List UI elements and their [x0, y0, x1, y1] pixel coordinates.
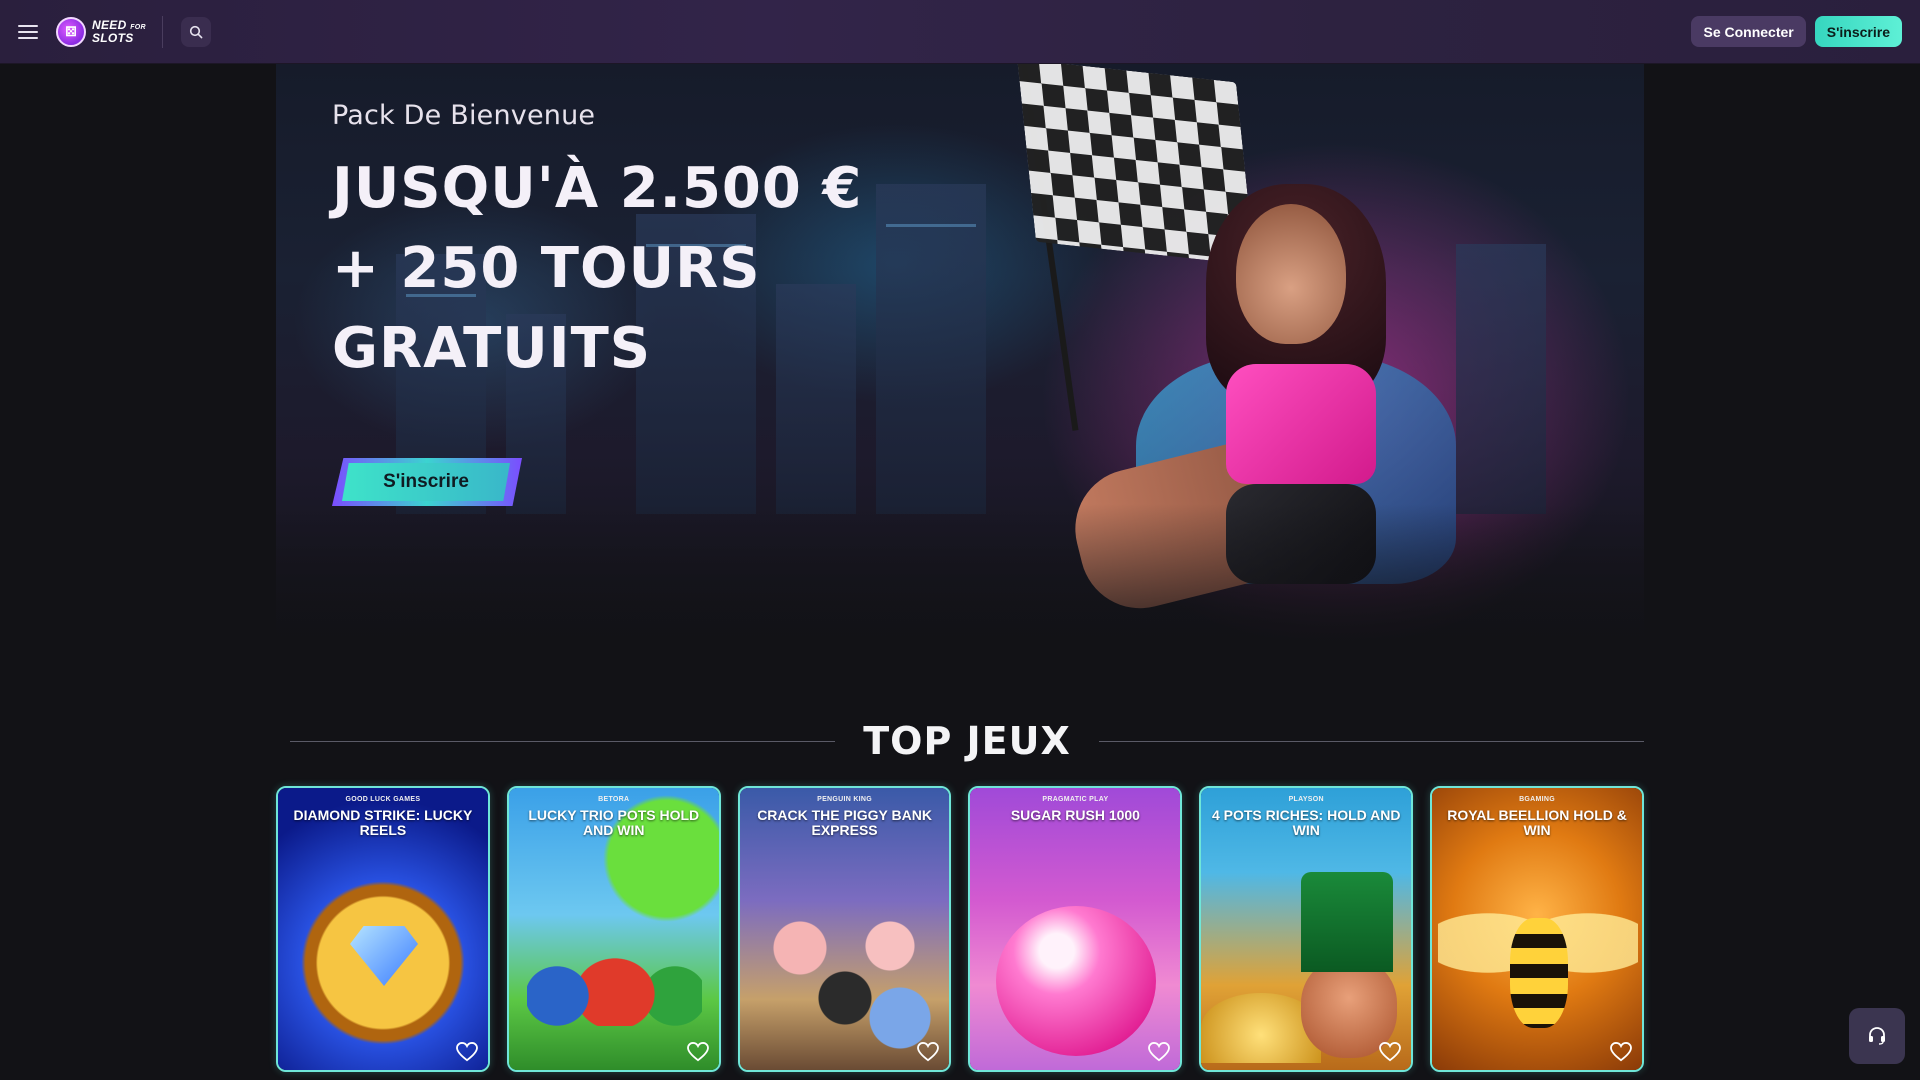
search-icon: [189, 25, 203, 38]
section-divider: [290, 740, 836, 742]
headset-icon: [1869, 1027, 1885, 1045]
heart-icon[interactable]: [1148, 1042, 1171, 1062]
top-header: ⚄ NEED FOR SLOTS Se Connecter S'inscrire: [0, 0, 1920, 64]
section-divider: [1098, 740, 1644, 742]
banner-title: JUSQU'À 2.500 € + 250 TOURS GRATUITS: [332, 156, 863, 381]
welcome-banner[interactable]: Pack De Bienvenue JUSQU'À 2.500 € + 250 …: [276, 64, 1644, 664]
game-provider: GOOD LUCK GAMES: [345, 796, 421, 803]
game-card[interactable]: PENGUIN KING CRACK THE PIGGY BANK EXPRES…: [737, 786, 952, 1072]
banner-building: [876, 184, 986, 514]
game-title: ROYAL BEELLION HOLD & WIN: [1447, 807, 1627, 838]
heart-icon[interactable]: [686, 1042, 709, 1062]
header-divider: [161, 15, 163, 48]
heart-icon[interactable]: [455, 1042, 478, 1062]
search-button[interactable]: [180, 16, 211, 47]
game-provider: PENGUIN KING: [817, 796, 873, 803]
game-title: 4 POTS RICHES: HOLD AND WIN: [1211, 807, 1401, 838]
top-games-header: TOP JEUX: [290, 716, 1644, 766]
game-provider: PRAGMATIC PLAY: [1042, 796, 1109, 803]
section-title: TOP JEUX: [863, 719, 1071, 763]
logo-dice-icon: ⚄: [56, 16, 86, 47]
auth-buttons: Se Connecter S'inscrire: [1691, 16, 1902, 47]
hamburger-menu-icon[interactable]: [18, 24, 38, 39]
game-card[interactable]: BGAMING ROYAL BEELLION HOLD & WIN: [1430, 786, 1644, 1072]
game-card[interactable]: GOOD LUCK GAMES DIAMOND STRIKE: LUCKY RE…: [276, 786, 490, 1072]
game-provider: BGAMING: [1519, 796, 1556, 803]
game-title: SUGAR RUSH 1000: [1010, 807, 1140, 823]
game-provider: PLAYSON: [1288, 796, 1324, 803]
heart-icon[interactable]: [917, 1042, 940, 1062]
logo-text-slots: SLOTS: [92, 30, 134, 45]
logo-text-need: NEED: [92, 17, 127, 32]
game-thumbnail: [970, 788, 1181, 1070]
top-games-list: GOOD LUCK GAMES DIAMOND STRIKE: LUCKY RE…: [276, 786, 1644, 1072]
heart-icon[interactable]: [1610, 1042, 1632, 1062]
banner-signup-button[interactable]: S'inscrire: [332, 458, 522, 506]
banner-character: [1036, 184, 1456, 621]
heart-icon[interactable]: [1379, 1042, 1402, 1062]
game-title: DIAMOND STRIKE: LUCKY REELS: [293, 807, 473, 838]
login-button[interactable]: Se Connecter: [1691, 16, 1806, 47]
signup-button[interactable]: S'inscrire: [1814, 16, 1902, 47]
game-card[interactable]: BETORA LUCKY TRIO POTS HOLD AND WIN: [506, 786, 721, 1072]
game-provider: BETORA: [598, 796, 630, 803]
game-title: CRACK THE PIGGY BANK EXPRESS: [757, 807, 932, 838]
game-card[interactable]: PRAGMATIC PLAY SUGAR RUSH 1000: [968, 786, 1183, 1072]
game-card[interactable]: PLAYSON 4 POTS RICHES: HOLD AND WIN: [1199, 786, 1414, 1072]
support-chat-button[interactable]: [1849, 1008, 1905, 1064]
banner-text: Pack De Bienvenue JUSQU'À 2.500 € + 250 …: [332, 100, 862, 389]
banner-building: [1456, 244, 1546, 514]
banner-subtitle: Pack De Bienvenue: [332, 100, 596, 131]
site-logo[interactable]: ⚄ NEED FOR SLOTS: [56, 16, 146, 47]
game-title: LUCKY TRIO POTS HOLD AND WIN: [528, 807, 700, 838]
logo-text-for: FOR: [130, 23, 146, 31]
